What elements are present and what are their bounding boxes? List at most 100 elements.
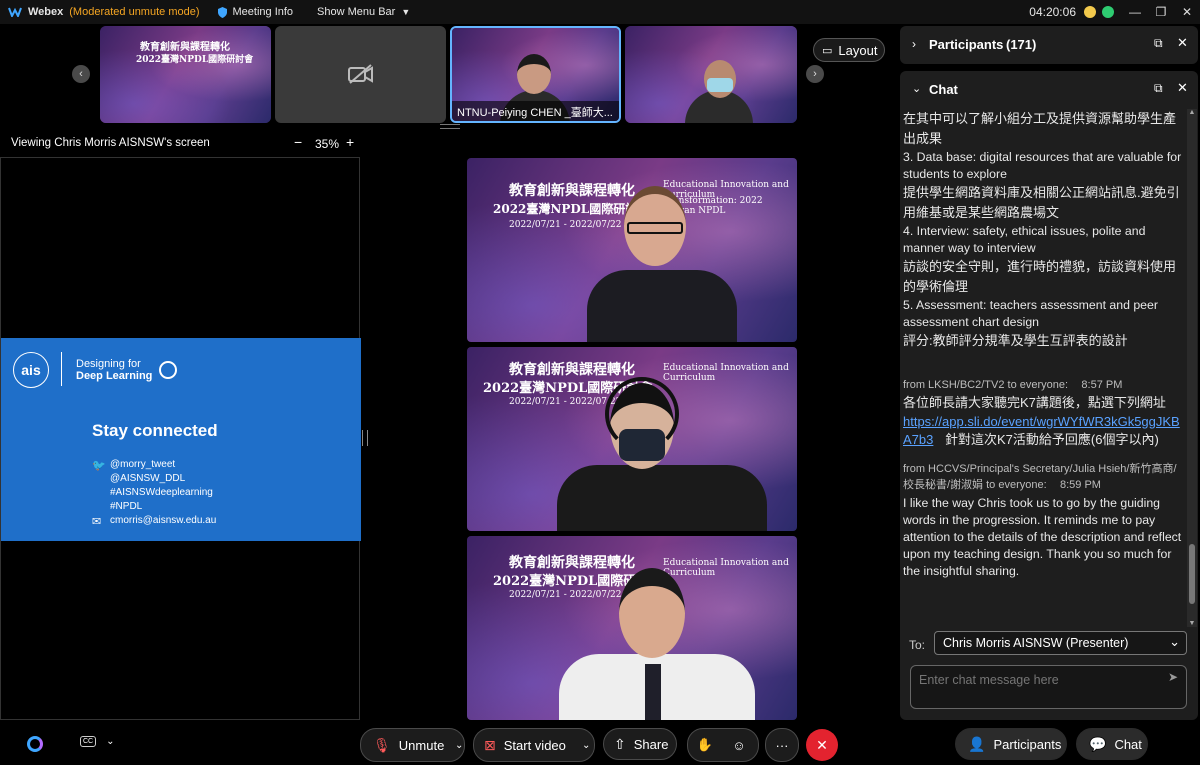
zoom-out-button[interactable]: − — [294, 134, 302, 150]
share-button[interactable]: ⇧ Share — [603, 728, 677, 760]
share-icon: ⇧ — [614, 735, 626, 752]
zoom-in-button[interactable]: + — [346, 134, 354, 150]
contact-line-1: @morry_tweet — [110, 459, 176, 470]
meeting-info-button[interactable]: Meeting Info — [217, 6, 293, 18]
filmstrip-resize-handle[interactable] — [440, 124, 460, 129]
globe-icon — [159, 361, 177, 379]
chat-time: 8:59 PM — [1060, 479, 1101, 491]
chat-text: 提供學生網路資料庫及相關公正網站訊息.避免引用維基或是某些網路農場文 — [903, 185, 1180, 220]
video-tile-speaker-3[interactable]: 教育創新與課程轉化 2022臺灣NPDL國際研討會 2022/07/21 - 2… — [467, 536, 797, 720]
ais-logo-text: ais — [21, 362, 41, 378]
chat-text: 4. Interview: safety, ethical issues, po… — [903, 224, 1146, 255]
chat-text: 訪談的安全守則，進行時的禮貌，訪談資料使用的學術倫理 — [903, 259, 1177, 294]
chevron-right-icon: › — [912, 37, 916, 51]
chat-link-line: https://app.sli.do/event/wgrWYfWR3kGk5gg… — [903, 413, 1183, 449]
chat-input-box[interactable]: ➤ — [910, 665, 1187, 709]
participants-panel-header[interactable]: › Participants (171) ⧉ ✕ — [900, 26, 1198, 64]
chat-button[interactable]: 💬 Chat — [1076, 728, 1148, 760]
chat-input[interactable] — [917, 670, 1161, 690]
popout-icon[interactable]: ⧉ — [1154, 81, 1163, 96]
slide-title-en: Educational Innovation and Curriculum — [663, 363, 789, 383]
popout-icon[interactable]: ⧉ — [1154, 36, 1163, 51]
right-panel: › Participants (171) ⧉ ✕ ⌄ Chat ⧉ ✕ 在其中可… — [900, 26, 1200, 720]
audio-options-chevron[interactable]: ⌄ — [445, 740, 463, 751]
video-tile-speaker-2[interactable]: 教育創新與課程轉化 2022臺灣NPDL國際研討會 2022/07/21 - 2… — [467, 347, 797, 531]
chat-messages[interactable]: 在其中可以了解小組分工及提供資源幫助學生產出成果 3. Data base: d… — [903, 109, 1183, 627]
chat-text: 5. Assessment: teachers assessment and p… — [903, 298, 1158, 329]
chat-label: Chat — [1114, 736, 1142, 752]
chat-panel: ⌄ Chat ⧉ ✕ 在其中可以了解小組分工及提供資源幫助學生產出成果 3. D… — [900, 71, 1198, 720]
logo-divider — [61, 352, 62, 386]
layout-button[interactable]: ▭ Layout — [813, 38, 885, 62]
contact-line-2: @AISNSW_DDL — [110, 473, 186, 484]
video-thumb-slide-2[interactable] — [625, 26, 797, 123]
contact-line-4: #NPDL — [110, 501, 143, 512]
chat-text: 3. Data base: digital resources that are… — [903, 150, 1182, 181]
raise-hand-button[interactable]: ✋ — [688, 737, 722, 753]
app-brand: Webex (Moderated unmute mode) — [8, 6, 200, 18]
webex-assistant-icon[interactable] — [27, 736, 43, 752]
close-icon[interactable]: ✕ — [1177, 80, 1188, 96]
closed-captions-button[interactable]: CC ⌄ — [80, 736, 115, 747]
unmute-button[interactable]: 🎙 Unmute — [361, 737, 445, 754]
restore-icon[interactable]: ❐ — [1148, 5, 1174, 19]
shared-slide: ais Designing for Deep Learning Stay con… — [1, 338, 361, 541]
video-tile-speaker-1[interactable]: 教育創新與課程轉化 2022臺灣NPDL國際研討會 2022/07/21 - 2… — [467, 158, 797, 342]
layout-label: Layout — [838, 42, 878, 58]
scrollbar-thumb[interactable] — [1189, 544, 1195, 604]
close-icon: ✕ — [816, 736, 828, 753]
slide-title-zh: 教育創新與課程轉化 — [509, 555, 635, 571]
face-mask — [619, 429, 665, 461]
thumb-title: 教育創新與課程轉化 — [140, 42, 230, 53]
chat-text: 在其中可以了解小組分工及提供資源幫助學生產出成果 — [903, 111, 1177, 146]
filmstrip-prev-button[interactable]: ‹ — [72, 65, 90, 83]
scroll-down-icon[interactable]: ▼ — [1187, 620, 1197, 627]
share-header: Viewing Chris Morris AISNSW's screen − 3… — [0, 134, 360, 154]
send-icon[interactable]: ➤ — [1168, 670, 1178, 684]
chevron-down-icon: ⌄ — [912, 83, 922, 95]
face-mask — [707, 78, 733, 92]
speaker-body — [587, 270, 737, 342]
mic-muted-icon: 🎙 — [373, 736, 391, 753]
chat-text: 針對這次K7活動給予回應(6個字以內) — [945, 432, 1159, 447]
video-thumb-slide-1[interactable]: 教育創新與課程轉化 2022臺灣NPDL國際研討會 — [100, 26, 271, 123]
network-status-icon[interactable] — [1084, 6, 1096, 18]
reactions-button[interactable]: ☺ — [722, 738, 756, 753]
participant-name-label: NTNU-Peiying CHEN _臺師大... — [452, 101, 619, 121]
participant-name: NTNU-Peiying CHEN _臺師大... — [457, 107, 613, 119]
close-icon[interactable]: ✕ — [1177, 35, 1188, 51]
scroll-up-icon[interactable]: ▲ — [1187, 109, 1197, 116]
show-menu-bar-button[interactable]: Show Menu Bar ▼ — [317, 6, 410, 18]
chat-scrollbar[interactable]: ▲ ▼ — [1187, 109, 1197, 627]
thumb-subtitle: 2022臺灣NPDL國際研討會 — [136, 55, 254, 65]
shield-icon — [217, 6, 227, 18]
title-bar: Webex (Moderated unmute mode) Meeting In… — [0, 0, 1200, 24]
minimize-icon[interactable]: — — [1122, 5, 1148, 19]
glasses — [627, 222, 683, 234]
chat-message-meta: from LKSH/BC2/TV2 to everyone: 8:57 PM — [903, 377, 1183, 393]
speaker-body — [557, 465, 767, 531]
start-video-button[interactable]: ⊠ Start video — [474, 737, 578, 754]
more-options-button[interactable]: ··· — [765, 728, 799, 762]
chat-icon: 💬 — [1089, 735, 1107, 752]
shared-screen[interactable]: ais Designing for Deep Learning Stay con… — [0, 157, 361, 720]
recipient-select[interactable]: Chris Morris AISNSW (Presenter) ⌄ — [934, 631, 1187, 655]
leave-meeting-button[interactable]: ✕ — [806, 729, 838, 761]
video-thumb-active-speaker[interactable]: NTNU-Peiying CHEN _臺師大... — [450, 26, 621, 123]
deep-learning: Deep Learning — [76, 370, 153, 382]
health-status-icon[interactable] — [1102, 6, 1114, 18]
chat-text: 評分:教師評分規準及學生互評表的設計 — [903, 333, 1128, 348]
chat-message-meta: from HCCVS/Principal's Secretary/Julia H… — [903, 461, 1183, 493]
participants-title: Participants — [929, 37, 1004, 52]
ais-logo: ais — [13, 352, 49, 388]
splitter-handle[interactable] — [362, 430, 368, 446]
participants-button[interactable]: 👤 Participants — [955, 728, 1067, 760]
cc-icon: CC — [80, 736, 97, 747]
close-window-icon[interactable]: ✕ — [1174, 5, 1200, 19]
speaker-head — [517, 54, 551, 94]
video-thumb-video-off[interactable] — [275, 26, 446, 123]
slide-title-zh: 教育創新與課程轉化 — [509, 183, 635, 199]
video-options-chevron[interactable]: ⌄ — [578, 740, 590, 751]
webex-logo-icon — [8, 7, 22, 17]
filmstrip-next-button[interactable]: › — [806, 65, 824, 83]
